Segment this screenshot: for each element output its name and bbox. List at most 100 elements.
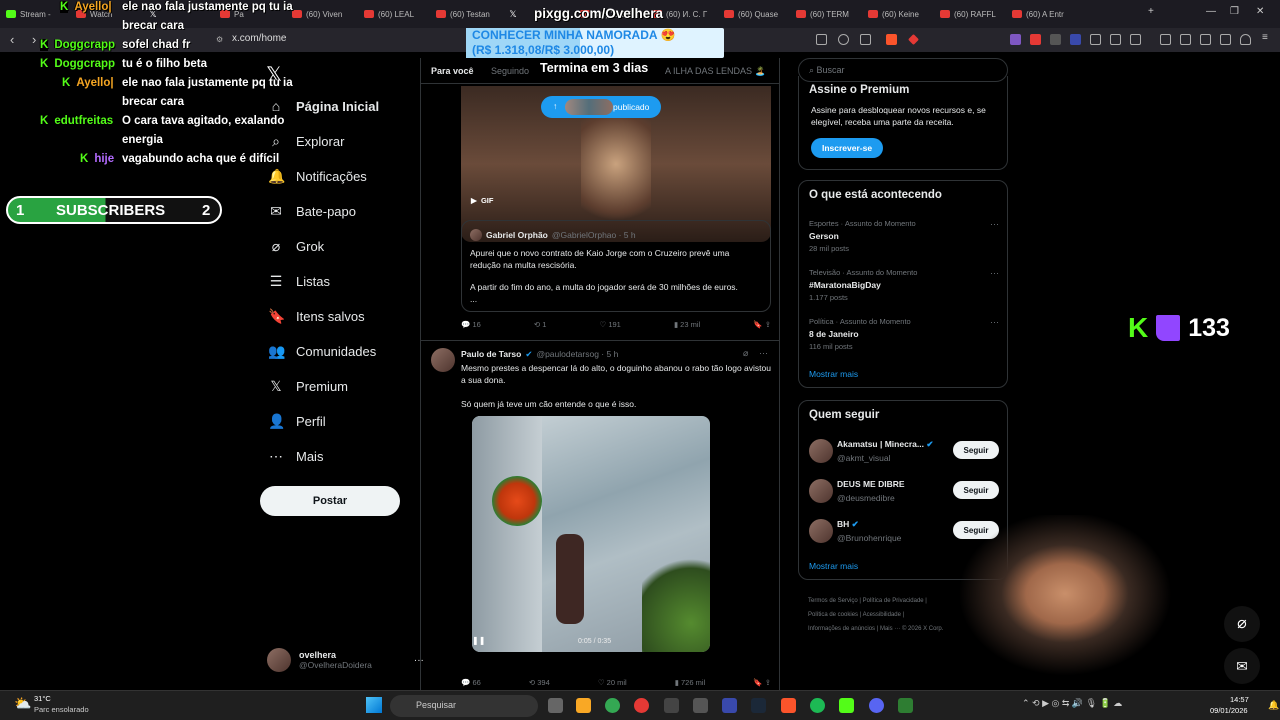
site-info-icon[interactable]: ⚙ xyxy=(216,35,223,44)
footer-more[interactable]: Mais ··· xyxy=(880,626,900,632)
footer-terms[interactable]: Termos de Serviço xyxy=(808,598,858,604)
sidebar-item-bate-papo[interactable]: ✉ Bate-papo xyxy=(268,203,356,220)
share-icon[interactable] xyxy=(860,34,871,45)
trend-more-icon[interactable]: ··· xyxy=(990,268,999,278)
menu-icon[interactable]: ≡ xyxy=(1262,33,1273,45)
subscribe-button[interactable]: Inscrever-se xyxy=(811,138,883,158)
sidebar-item-comunidades[interactable]: 👥 Comunidades xyxy=(268,343,376,360)
follow-button[interactable]: Seguir xyxy=(953,481,999,499)
opera-icon[interactable] xyxy=(634,698,649,713)
repost-button-2[interactable]: ⟲ 394 xyxy=(529,678,550,687)
notifications-icon[interactable]: 🔔 xyxy=(1268,700,1279,711)
reply-button-2[interactable]: 💬 66 xyxy=(461,678,481,687)
steam-icon[interactable] xyxy=(751,698,766,713)
file-explorer-icon[interactable] xyxy=(576,698,591,713)
footer-accessibility[interactable]: Acessibilidade xyxy=(863,612,901,618)
grok-icon[interactable]: ⌀ xyxy=(743,348,748,359)
trend-more-icon[interactable]: ··· xyxy=(990,317,999,327)
show-more-follow[interactable]: Mostrar mais xyxy=(809,561,858,571)
chrome-icon[interactable] xyxy=(605,698,620,713)
views-button-2[interactable]: ▮ 726 mil xyxy=(675,678,705,687)
app-icon-2[interactable] xyxy=(722,698,737,713)
sidebar-item-mais[interactable]: ⋯ Mais xyxy=(268,448,323,465)
extension-3-icon[interactable] xyxy=(1050,34,1061,45)
trend-item[interactable]: Televisão · Assunto do Momento #MaratonaB… xyxy=(809,268,999,302)
wallet-icon[interactable] xyxy=(1200,34,1211,45)
browser-tab[interactable]: (60) RAFFL xyxy=(934,0,1006,28)
quoted-post[interactable]: Gabriel Orphão @GabrielOrphao · 5 h Apur… xyxy=(461,220,771,312)
browser-tab[interactable]: (60) TERM xyxy=(790,0,862,28)
trend-more-icon[interactable]: ··· xyxy=(990,219,999,229)
brave-icon[interactable] xyxy=(781,698,796,713)
media-icon[interactable] xyxy=(1160,34,1171,45)
messages-floating-icon[interactable]: ✉ xyxy=(1224,648,1260,684)
footer-ads[interactable]: Informações de anúncios xyxy=(808,626,875,632)
extension-4-icon[interactable] xyxy=(1070,34,1081,45)
bookmark-icon[interactable]: 🔖 ⇪ xyxy=(753,320,771,329)
post-button[interactable]: Postar xyxy=(260,486,400,516)
post-more-icon[interactable]: ··· xyxy=(759,348,768,358)
sidebar-item-notificações[interactable]: 🔔 Notificações xyxy=(268,168,367,185)
post-avatar[interactable] xyxy=(431,348,455,372)
tab-ilha-das-lendas[interactable]: A ILHA DAS LENDAS 🏝️ xyxy=(665,66,766,77)
extension-5-icon[interactable] xyxy=(1090,34,1101,45)
extension-2-icon[interactable] xyxy=(1030,34,1041,45)
brave-shield-icon[interactable] xyxy=(886,34,897,45)
sidebar-item-explorar[interactable]: ⌕ Explorar xyxy=(268,133,344,150)
footer-privacy[interactable]: Política de Privacidade xyxy=(863,598,924,604)
minimize-icon[interactable]: — xyxy=(1206,6,1216,17)
bookmark-icon-2[interactable]: 🔖 ⇪ xyxy=(753,678,771,687)
footer-cookies[interactable]: Política de cookies xyxy=(808,612,858,618)
views-button[interactable]: ▮ 23 mil xyxy=(674,320,700,329)
trend-item[interactable]: Esportes · Assunto do Momento Gerson 28 mi… xyxy=(809,219,999,253)
sidebar-toggle-icon[interactable] xyxy=(1180,34,1191,45)
post-author[interactable]: Paulo de Tarso xyxy=(461,349,521,360)
start-icon[interactable] xyxy=(366,697,382,713)
new-tab-icon[interactable]: + xyxy=(1148,6,1154,17)
screenshot-icon[interactable] xyxy=(1130,34,1141,45)
new-posts-pill[interactable]: ↑ publicado xyxy=(541,96,661,118)
spotify-icon[interactable] xyxy=(810,698,825,713)
sidebar-item-premium[interactable]: 𝕏 Premium xyxy=(268,378,348,395)
show-more-trends[interactable]: Mostrar mais xyxy=(809,369,858,379)
follow-suggestion[interactable]: Akamatsu | Minecra... ✔ @akmt_visual Segui… xyxy=(809,437,1009,467)
reply-button[interactable]: 💬 16 xyxy=(461,320,481,329)
browser-tab[interactable]: (60) Testan xyxy=(430,0,502,28)
maximize-icon[interactable]: ❐ xyxy=(1230,6,1239,17)
browser-tab[interactable]: (60) Viven xyxy=(286,0,358,28)
tab-following[interactable]: Seguindo xyxy=(491,66,529,76)
back-icon[interactable]: ‹ xyxy=(10,32,14,47)
browser-tab[interactable]: (60) Keine xyxy=(862,0,934,28)
sidebar-item-listas[interactable]: ☰ Listas xyxy=(268,273,330,290)
sidebar-item-perfil[interactable]: 👤 Perfil xyxy=(268,413,326,430)
notepad-icon[interactable] xyxy=(898,698,913,713)
pause-icon[interactable]: ❚❚ xyxy=(472,636,485,645)
sidebar-item-página-inicial[interactable]: ⌂ Página Inicial xyxy=(268,98,379,114)
like-button-2[interactable]: ♡ 20 mil xyxy=(598,678,627,687)
reader-icon[interactable] xyxy=(816,34,827,45)
tab-for-you[interactable]: Para você xyxy=(431,66,474,76)
close-window-icon[interactable]: ✕ xyxy=(1256,6,1264,17)
like-button[interactable]: ♡ 191 xyxy=(600,320,621,329)
obs-icon[interactable] xyxy=(693,698,708,713)
task-view-icon[interactable] xyxy=(548,698,563,713)
browser-tab[interactable]: (60) LEAL xyxy=(358,0,430,28)
follow-button[interactable]: Seguir xyxy=(953,441,999,459)
weather-icon[interactable]: ⛅ xyxy=(14,695,31,712)
sidebar-item-grok[interactable]: ⌀ Grok xyxy=(268,238,324,255)
rewards-icon[interactable] xyxy=(908,34,919,45)
browser-tab[interactable]: (60) Quase xyxy=(718,0,790,28)
discord-icon[interactable] xyxy=(869,698,884,713)
trend-item[interactable]: Política · Assunto do Momento 8 de Janeir… xyxy=(809,317,999,351)
video-player[interactable]: ❚❚ 0:05 / 0:35 xyxy=(472,416,710,652)
vpn-icon[interactable] xyxy=(1240,34,1251,45)
profile-menu[interactable]: ovelhera @OvelheraDoidera ··· xyxy=(267,648,424,672)
grok-floating-icon[interactable]: ⌀ xyxy=(1224,606,1260,642)
zoom-icon[interactable] xyxy=(838,34,849,45)
extensions-icon[interactable] xyxy=(1110,34,1121,45)
url-field[interactable]: x.com/home xyxy=(232,33,286,44)
kick-app-icon[interactable] xyxy=(839,698,854,713)
forward-icon[interactable]: › xyxy=(32,32,36,47)
browser-tab[interactable]: (60) A Entr xyxy=(1006,0,1078,28)
app-icon-1[interactable] xyxy=(664,698,679,713)
